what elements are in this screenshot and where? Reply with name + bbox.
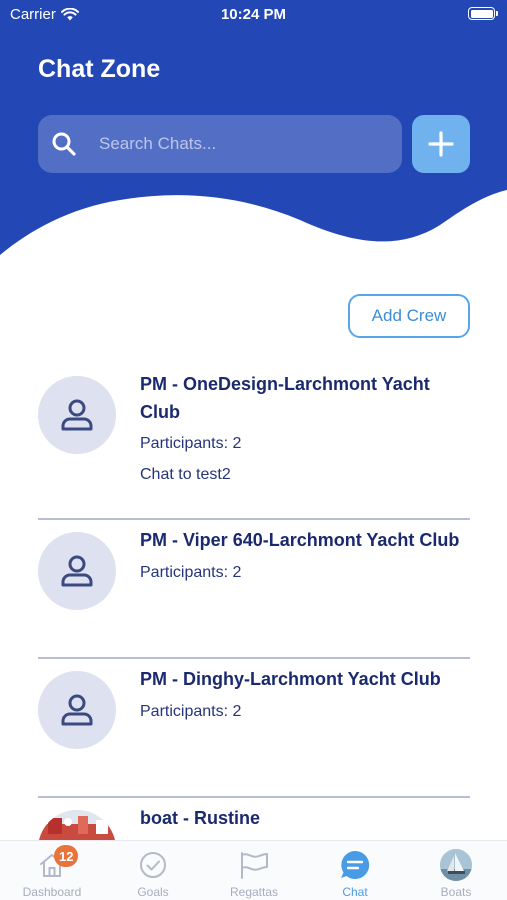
chat-title: PM - OneDesign-Larchmont Yacht Club xyxy=(140,374,430,422)
status-time: 10:24 PM xyxy=(220,6,287,23)
search-icon xyxy=(52,132,76,156)
chat-list-item[interactable]: PM - Dinghy-Larchmont Yacht Club Partici… xyxy=(38,667,470,787)
user-icon xyxy=(61,399,93,431)
tab-dashboard[interactable]: 12 Dashboard xyxy=(7,841,97,900)
chat-list-item[interactable]: PM - Viper 640-Larchmont Yacht Club Part… xyxy=(38,528,470,648)
search-box[interactable] xyxy=(38,115,402,173)
tab-label: Dashboard xyxy=(22,885,82,899)
list-divider xyxy=(38,657,470,659)
battery-icon xyxy=(468,7,498,20)
chat-participants: Participants: 2 xyxy=(140,435,242,452)
chat-bubble-icon xyxy=(341,850,370,879)
boat-photo-icon xyxy=(440,849,472,881)
tab-label: Regattas xyxy=(229,885,279,899)
tab-label: Goals xyxy=(137,885,169,899)
chat-avatar xyxy=(38,532,116,610)
chat-title: boat - Rustine xyxy=(140,808,260,828)
notification-badge: 12 xyxy=(54,845,79,867)
add-crew-button[interactable]: Add Crew xyxy=(348,294,470,338)
chat-list-item[interactable]: PM - OneDesign-Larchmont Yacht Club Part… xyxy=(38,372,470,512)
list-divider xyxy=(38,796,470,798)
user-icon xyxy=(61,694,93,726)
tab-label: Boats xyxy=(440,885,472,899)
tab-regattas[interactable]: Regattas xyxy=(209,841,299,900)
flag-icon xyxy=(241,852,268,879)
chat-participants: Participants: 2 xyxy=(140,703,242,720)
chat-avatar xyxy=(38,671,116,749)
list-divider xyxy=(38,518,470,520)
chat-participants: Participants: 2 xyxy=(140,564,242,581)
plus-icon xyxy=(428,131,454,157)
tab-chat[interactable]: Chat xyxy=(310,841,400,900)
tab-goals[interactable]: Goals xyxy=(108,841,198,900)
search-input[interactable] xyxy=(99,134,379,154)
chat-list-item[interactable]: boat - Rustine xyxy=(38,806,470,840)
chat-title: PM - Viper 640-Larchmont Yacht Club xyxy=(140,530,460,550)
status-bar: Carrier 10:24 PM xyxy=(0,0,507,30)
chat-title: PM - Dinghy-Larchmont Yacht Club xyxy=(140,669,441,689)
user-icon xyxy=(61,555,93,587)
boat-photo-avatar xyxy=(38,810,116,840)
tab-boats[interactable]: Boats xyxy=(411,841,501,900)
chat-last-message: Chat to test2 xyxy=(140,466,231,483)
page-title: Chat Zone xyxy=(38,55,161,83)
check-circle-icon xyxy=(140,852,166,878)
add-chat-button[interactable] xyxy=(412,115,470,173)
tab-label: Chat xyxy=(342,885,368,899)
tab-bar: 12 Dashboard Goals Regattas Chat Boats xyxy=(0,840,507,900)
chat-avatar xyxy=(38,376,116,454)
